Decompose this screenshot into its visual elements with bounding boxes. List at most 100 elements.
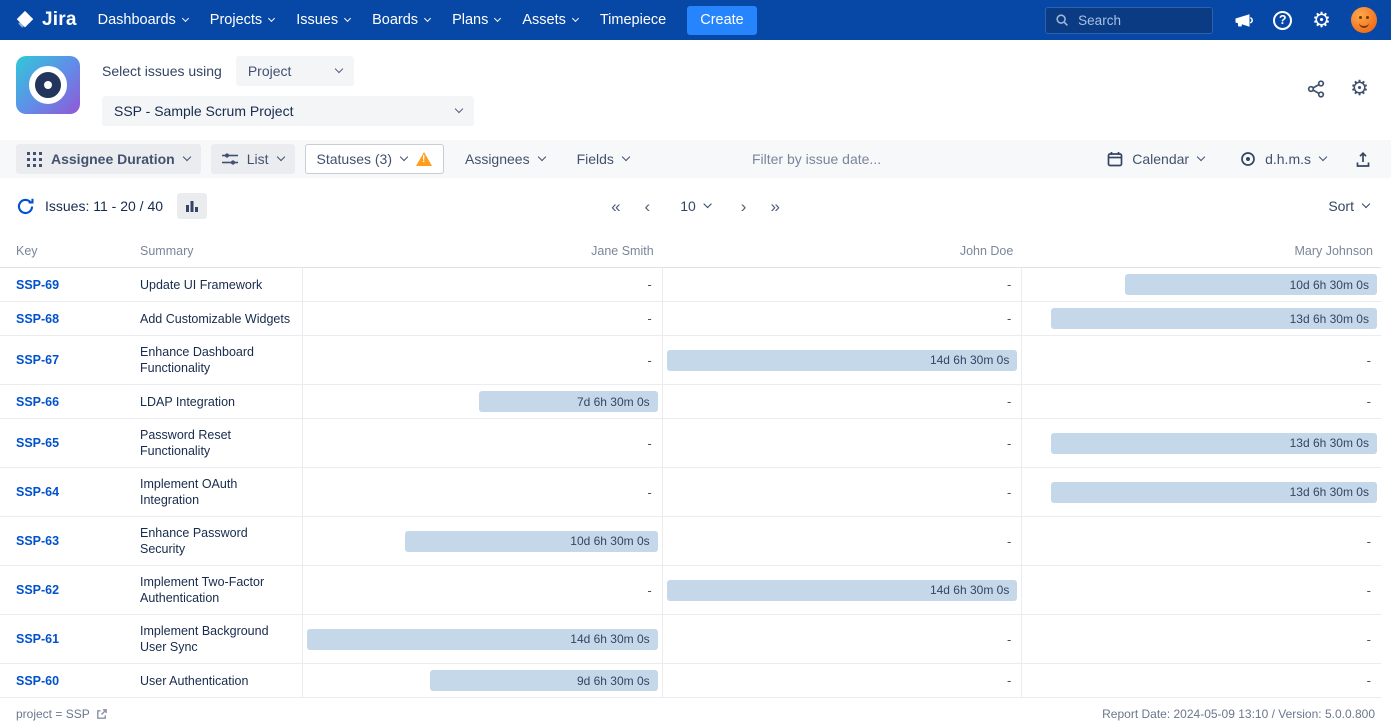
issue-key-link[interactable]: SSP-65 <box>16 436 59 450</box>
column-header-assignee: John Doe <box>662 244 1022 258</box>
empty-duration: - <box>647 353 657 368</box>
export-icon <box>1355 151 1371 168</box>
empty-duration: - <box>647 311 657 326</box>
empty-duration: - <box>1007 534 1017 549</box>
issue-summary: LDAP Integration <box>140 385 302 418</box>
list-icon <box>222 152 238 166</box>
issue-key-cell: SSP-69 <box>0 268 140 301</box>
report-header: Select issues using Project SSP - Sample… <box>0 40 1391 140</box>
first-page-button[interactable]: « <box>611 198 620 215</box>
issues-table: Key Summary Jane Smith John Doe Mary Joh… <box>0 234 1381 698</box>
top-nav: Jira Dashboards Projects Issues Boards P… <box>0 0 1391 40</box>
page-footer: project = SSP Report Date: 2024-05-09 13… <box>0 698 1391 721</box>
jira-home-link[interactable]: Jira <box>14 9 77 31</box>
assignees-dropdown[interactable]: Assignees <box>454 144 556 174</box>
search-input[interactable] <box>1076 12 1203 29</box>
report-settings-button[interactable]: ⚙ <box>1350 78 1369 99</box>
view-mode-value: List <box>247 151 269 167</box>
table-row: SSP-69Update UI Framework--10d 6h 30m 0s <box>0 268 1381 302</box>
duration-cell: - <box>302 336 662 384</box>
chevron-down-icon <box>424 14 431 21</box>
issue-source-dropdown[interactable]: Project <box>236 56 354 86</box>
issue-date-filter-input[interactable] <box>750 150 940 168</box>
table-header: Key Summary Jane Smith John Doe Mary Joh… <box>0 234 1381 268</box>
table-body: SSP-69Update UI Framework--10d 6h 30m 0s… <box>0 268 1381 698</box>
issue-summary: User Authentication <box>140 664 302 697</box>
duration-cell: - <box>662 385 1022 418</box>
duration-bar: 7d 6h 30m 0s <box>479 391 658 412</box>
project-dropdown[interactable]: SSP - Sample Scrum Project <box>102 96 474 126</box>
bar-chart-icon <box>185 199 199 213</box>
feedback-megaphone-icon[interactable] <box>1233 10 1253 30</box>
refresh-icon <box>16 197 35 216</box>
duration-cell: - <box>662 468 1022 516</box>
issue-key-cell: SSP-67 <box>0 336 140 384</box>
share-button[interactable] <box>1306 79 1326 99</box>
duration-bar: 14d 6h 30m 0s <box>667 350 1018 371</box>
brand-name: Jira <box>42 9 77 31</box>
issue-key-link[interactable]: SSP-64 <box>16 485 59 499</box>
issue-summary: Add Customizable Widgets <box>140 302 302 335</box>
duration-cell: - <box>1021 615 1381 663</box>
issue-summary: Enhance Password Security <box>140 517 302 565</box>
issue-key-link[interactable]: SSP-63 <box>16 534 59 548</box>
nav-item-plans[interactable]: Plans <box>441 0 511 40</box>
nav-item-issues[interactable]: Issues <box>285 0 361 40</box>
duration-cell: - <box>662 517 1022 565</box>
page-size-dropdown[interactable]: 10 <box>674 197 717 215</box>
table-row: SSP-63Enhance Password Security10d 6h 30… <box>0 517 1381 566</box>
settings-gear-icon[interactable]: ⚙ <box>1312 10 1331 31</box>
issue-key-link[interactable]: SSP-61 <box>16 632 59 646</box>
select-issues-label: Select issues using <box>102 63 222 79</box>
help-icon[interactable]: ? <box>1273 11 1292 30</box>
issue-summary: Enhance Dashboard Functionality <box>140 336 302 384</box>
issue-key-cell: SSP-65 <box>0 419 140 467</box>
issue-source-value: Project <box>248 63 292 79</box>
chevron-down-icon <box>1362 200 1370 208</box>
nav-item-timepiece[interactable]: Timepiece <box>589 0 677 40</box>
statuses-dropdown[interactable]: Statuses (3) <box>305 144 444 174</box>
issue-key-link[interactable]: SSP-68 <box>16 312 59 326</box>
nav-item-projects[interactable]: Projects <box>199 0 285 40</box>
last-page-button[interactable]: » <box>770 198 779 215</box>
issue-key-link[interactable]: SSP-66 <box>16 395 59 409</box>
user-avatar[interactable] <box>1351 7 1377 33</box>
global-search[interactable] <box>1045 7 1213 34</box>
issue-key-link[interactable]: SSP-62 <box>16 583 59 597</box>
chevron-down-icon <box>182 14 189 21</box>
fields-dropdown[interactable]: Fields <box>566 144 640 174</box>
prev-page-button[interactable]: ‹ <box>645 198 651 215</box>
chevron-down-icon <box>704 200 712 208</box>
issue-key-link[interactable]: SSP-69 <box>16 278 59 292</box>
create-button[interactable]: Create <box>687 6 757 35</box>
column-header-assignee: Mary Johnson <box>1021 244 1381 258</box>
empty-duration: - <box>647 277 657 292</box>
sort-label: Sort <box>1328 198 1354 214</box>
nav-item-label: Issues <box>296 12 338 28</box>
nav-item-boards[interactable]: Boards <box>361 0 441 40</box>
time-format-value: d.h.m.s <box>1265 151 1311 167</box>
duration-bar: 13d 6h 30m 0s <box>1051 433 1377 454</box>
view-mode-dropdown[interactable]: List <box>211 144 295 174</box>
report-type-dropdown[interactable]: Assignee Duration <box>16 144 201 174</box>
table-row: SSP-61Implement Background User Sync14d … <box>0 615 1381 664</box>
nav-item-assets[interactable]: Assets <box>511 0 589 40</box>
empty-duration: - <box>1367 534 1377 549</box>
chevron-down-icon <box>276 153 284 161</box>
report-type-value: Assignee Duration <box>51 151 175 167</box>
issue-key-link[interactable]: SSP-67 <box>16 353 59 367</box>
calendar-dropdown[interactable]: Calendar <box>1096 144 1215 174</box>
column-header-key: Key <box>0 244 140 258</box>
export-button[interactable] <box>1351 147 1375 172</box>
results-bar: Issues: 11 - 20 / 40 « ‹ 10 › » Sort <box>0 178 1391 234</box>
issue-key-link[interactable]: SSP-60 <box>16 674 59 688</box>
refresh-button[interactable] <box>16 197 35 216</box>
sort-dropdown[interactable]: Sort <box>1322 197 1375 215</box>
time-format-dropdown[interactable]: d.h.m.s <box>1229 144 1337 174</box>
next-page-button[interactable]: › <box>741 198 747 215</box>
nav-item-dashboards[interactable]: Dashboards <box>87 0 199 40</box>
chart-view-button[interactable] <box>177 193 207 219</box>
external-link-icon[interactable] <box>95 708 108 721</box>
empty-duration: - <box>1367 353 1377 368</box>
chevron-down-icon <box>344 14 351 21</box>
